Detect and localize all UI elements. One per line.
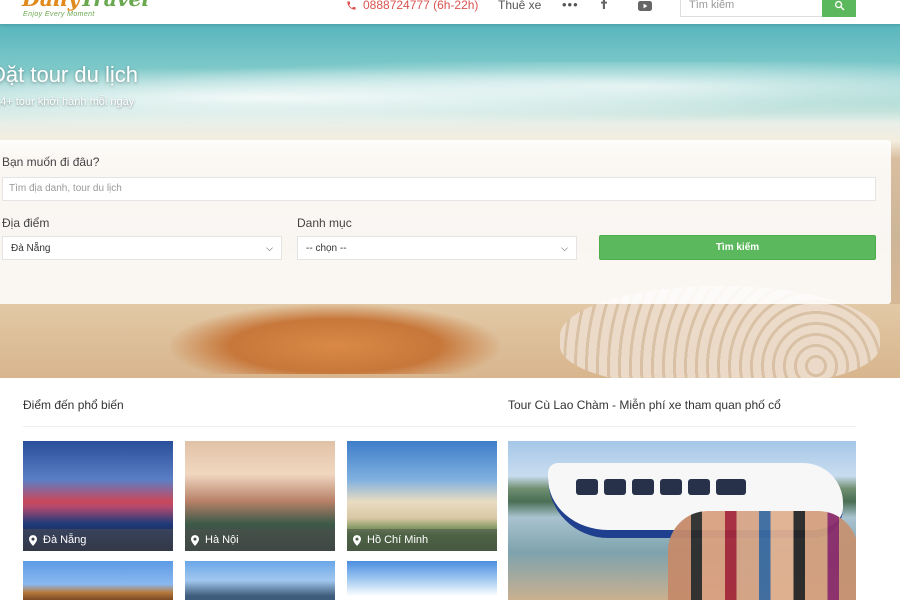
nav-car-rental[interactable]: Thuê xe [498,0,541,12]
search-submit-button[interactable]: Tìm kiếm [599,235,876,260]
map-pin-icon [29,534,37,546]
destination-name: Hà Nội [205,534,239,546]
destination-card-ha-noi[interactable]: Hà Nội [185,441,335,551]
destination-card[interactable] [347,561,497,600]
destination-caption: Hồ Chí Minh [347,529,497,551]
location-select[interactable]: Đà Nẵng ⌵ [2,236,282,260]
logo-tagline: Enjoy Every Moment [23,11,95,18]
location-select-value: Đà Nẵng [11,242,51,254]
hero-starfish-decoration [170,304,500,374]
search-question-label: Bạn muốn đi đâu? [2,155,100,169]
destination-caption: Đà Nẵng [23,529,173,551]
hero-title: Đặt tour du lịch [0,62,138,87]
facebook-icon[interactable] [600,0,608,14]
chevron-down-icon: ⌵ [561,242,568,253]
tourist-group-illustration [668,511,856,600]
tour-search-input[interactable]: Tìm địa danh, tour du lịch [2,177,876,201]
category-select[interactable]: -- chọn -- ⌵ [297,236,577,260]
featured-tour-title[interactable]: Tour Cù Lao Chàm - Miễn phí xe tham quan… [508,398,781,412]
location-label: Địa điểm [2,216,50,230]
hotline-text: 0888724777 (6h-22h) [363,0,479,12]
destination-card[interactable] [23,561,173,600]
category-select-value: -- chọn -- [306,242,347,254]
featured-tour-image[interactable] [508,441,856,600]
search-icon [834,0,844,10]
youtube-icon[interactable] [638,0,652,16]
site-logo[interactable]: DailyTravel Enjoy Every Moment [22,0,149,18]
popular-destinations-title: Điểm đến phổ biến [23,398,124,412]
map-pin-icon [353,534,361,546]
logo-wordmark: DailyTravel [22,0,149,11]
destination-name: Đà Nẵng [43,534,87,546]
more-menu-icon[interactable]: ••• [562,0,579,12]
destination-card-ho-chi-minh[interactable]: Hồ Chí Minh [347,441,497,551]
chevron-down-icon: ⌵ [266,242,273,253]
category-label: Danh mục [297,216,352,230]
header-search-input[interactable] [680,0,822,17]
hero-banner: Đặt tour du lịch 14+ tour khởi hành mỗi … [0,24,900,378]
hero-subtitle: 14+ tour khởi hành mỗi ngày [0,96,135,108]
map-pin-icon [191,534,199,546]
tour-search-panel: Bạn muốn đi đâu? Tìm địa danh, tour du l… [0,140,891,304]
section-divider [23,426,856,427]
hotline-link[interactable]: 0888724777 (6h-22h) [346,0,478,12]
destination-card[interactable] [185,561,335,600]
top-navbar: DailyTravel Enjoy Every Moment 088872477… [0,0,900,24]
destination-card-da-nang[interactable]: Đà Nẵng [23,441,173,551]
phone-icon [347,0,356,10]
header-search-button[interactable] [822,0,856,17]
destination-caption: Hà Nội [185,529,335,551]
destination-name: Hồ Chí Minh [367,534,429,546]
